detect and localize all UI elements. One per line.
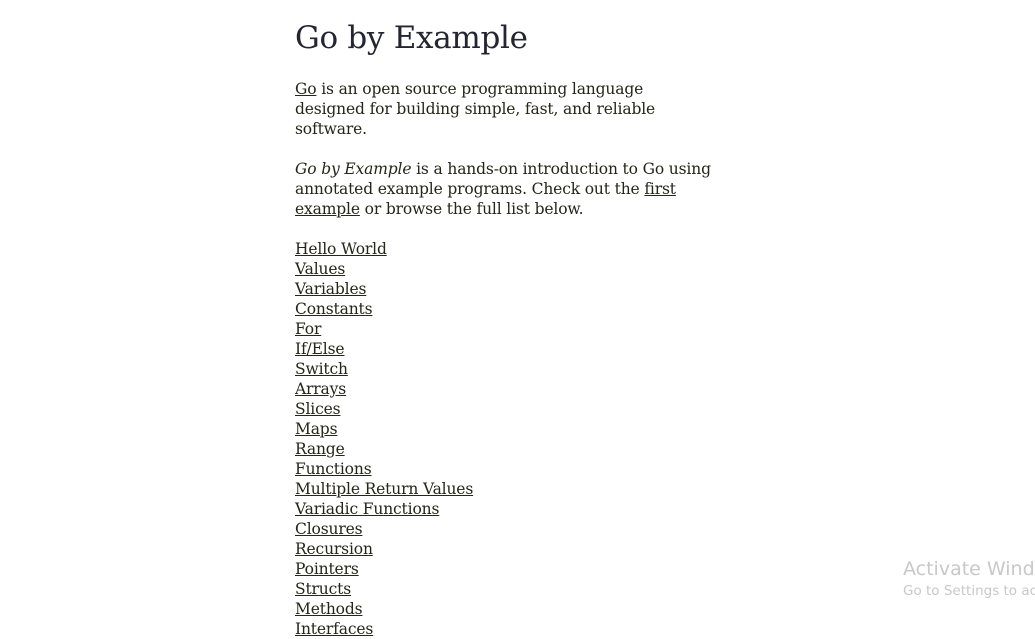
list-item: Range [295,439,715,459]
example-link-constants[interactable]: Constants [295,300,373,318]
example-link-for[interactable]: For [295,320,321,338]
example-link-slices[interactable]: Slices [295,400,341,418]
list-item: If/Else [295,339,715,359]
list-item: Methods [295,599,715,619]
example-link-interfaces[interactable]: Interfaces [295,620,373,638]
page-title: Go by Example [295,20,528,56]
go-link[interactable]: Go [295,80,317,98]
example-link-values[interactable]: Values [295,260,345,278]
intro-paragraph-2: Go by Example is a hands-on introduction… [295,159,715,219]
example-link-range[interactable]: Range [295,440,345,458]
example-link-maps[interactable]: Maps [295,420,338,438]
example-link-closures[interactable]: Closures [295,520,363,538]
intro-section: Go by Example Go is an open source progr… [295,0,715,639]
example-link-switch[interactable]: Switch [295,360,348,378]
list-item: Arrays [295,379,715,399]
list-item: Structs [295,579,715,599]
activate-windows-watermark: Activate Windows Go to Settings to activ… [903,557,1035,601]
list-item: Closures [295,519,715,539]
example-link-structs[interactable]: Structs [295,580,351,598]
list-item: Multiple Return Values [295,479,715,499]
list-item: Maps [295,419,715,439]
intro-text-3: or browse the full list below. [359,200,584,218]
examples-list: Hello World Values Variables Constants F… [295,239,715,639]
watermark-subtitle: Go to Settings to activate Windows. [903,583,1035,599]
go-by-example-emphasis: Go by Example [295,160,412,178]
example-link-recursion[interactable]: Recursion [295,540,373,558]
list-item: Interfaces [295,619,715,639]
example-link-pointers[interactable]: Pointers [295,560,359,578]
example-link-variadic-functions[interactable]: Variadic Functions [295,500,439,518]
list-item: Hello World [295,239,715,259]
list-item: Pointers [295,559,715,579]
list-item: For [295,319,715,339]
example-link-functions[interactable]: Functions [295,460,372,478]
example-link-variables[interactable]: Variables [295,280,366,298]
example-link-methods[interactable]: Methods [295,600,363,618]
watermark-title: Activate Windows [903,558,1035,580]
list-item: Functions [295,459,715,479]
list-item: Values [295,259,715,279]
list-item: Switch [295,359,715,379]
example-link-arrays[interactable]: Arrays [295,380,346,398]
list-item: Slices [295,399,715,419]
list-item: Constants [295,299,715,319]
intro-paragraph-1: Go is an open source programming languag… [295,79,715,139]
list-item: Variables [295,279,715,299]
example-link-hello-world[interactable]: Hello World [295,240,387,258]
list-item: Variadic Functions [295,499,715,519]
example-link-multiple-return-values[interactable]: Multiple Return Values [295,480,473,498]
list-item: Recursion [295,539,715,559]
intro-text-1: is an open source programming language d… [295,80,656,138]
example-link-if-else[interactable]: If/Else [295,340,345,358]
